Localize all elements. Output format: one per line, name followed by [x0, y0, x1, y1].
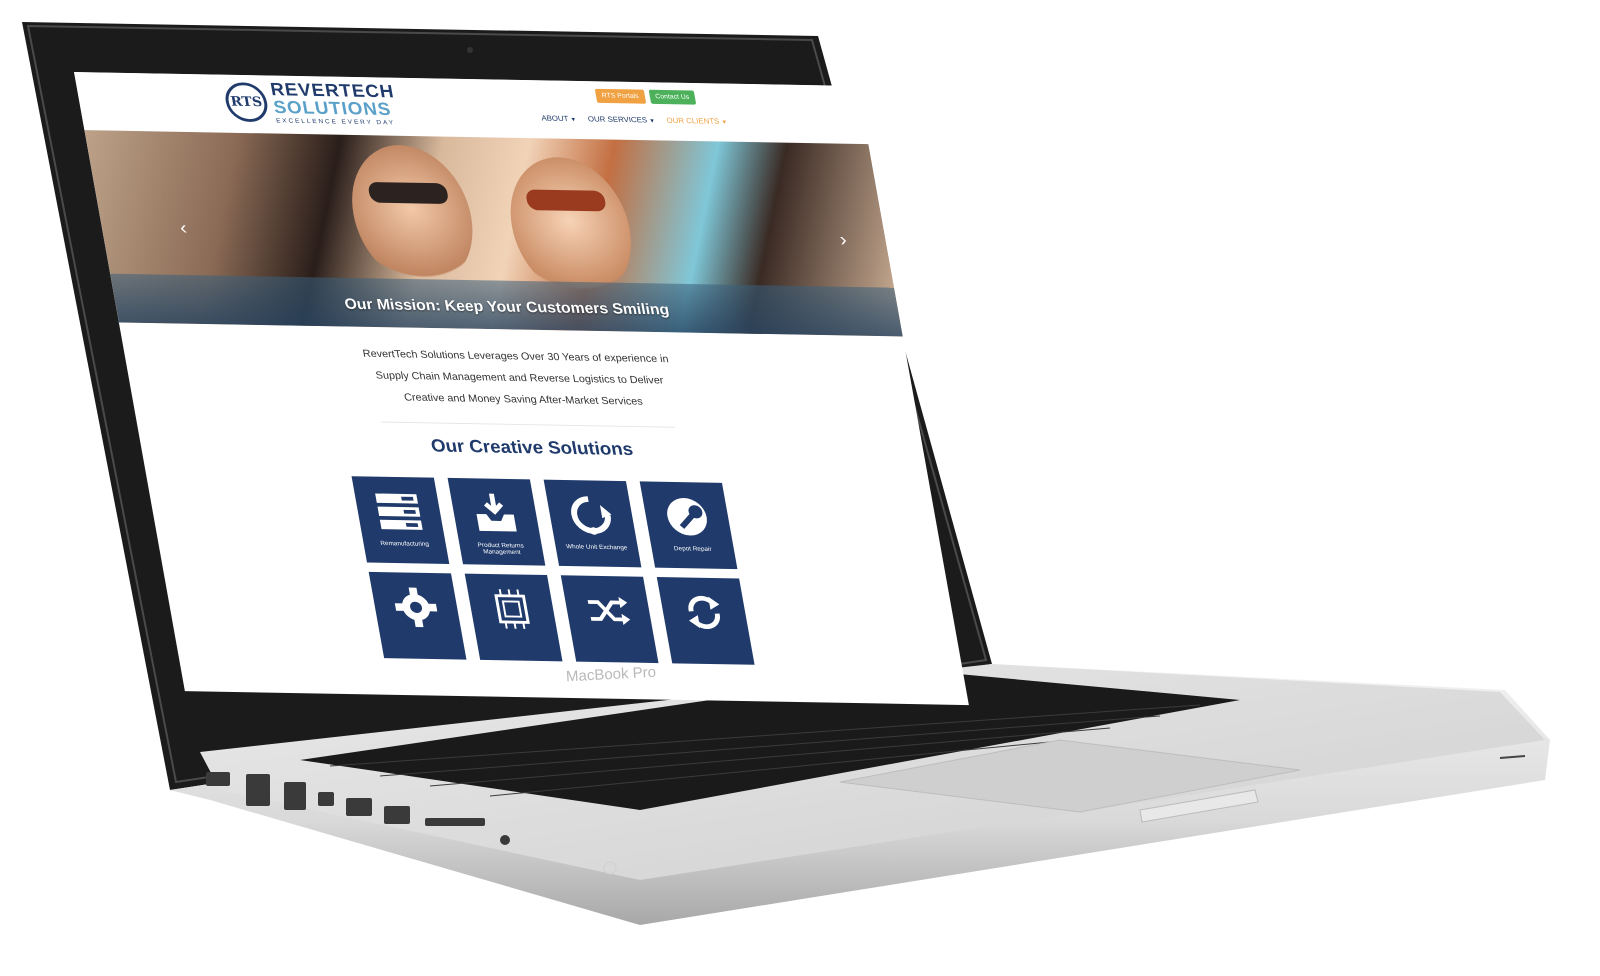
solution-tile-product-returns[interactable]: Product Returns Management — [447, 477, 546, 566]
nav-item-our-clients[interactable]: OUR CLIENTS▼ — [666, 116, 728, 126]
solution-tile-whole-unit-exchange[interactable]: Whole Unit Exchange — [543, 479, 642, 568]
hero-photo-person-2 — [499, 156, 643, 300]
sunglasses-2 — [524, 189, 607, 212]
top-buttons: RTS Portals Contact Us — [594, 88, 697, 105]
website-screen: RTS REVERTECH SOLUTIONS EXCELLENCE EVERY… — [74, 72, 969, 706]
chevron-down-icon: ▼ — [570, 117, 577, 124]
chevron-down-icon: ▼ — [721, 120, 728, 126]
carousel-prev-icon[interactable]: ‹ — [178, 218, 188, 240]
divider — [380, 421, 675, 428]
chip-icon — [477, 579, 546, 638]
logo-line2: SOLUTIONS — [272, 97, 394, 120]
contact-us-button[interactable]: Contact Us — [648, 89, 697, 105]
solution-tile-8[interactable] — [656, 577, 755, 665]
solution-tile-6[interactable] — [464, 573, 563, 662]
intro-text: RevertTech Solutions Leverages Over 30 Y… — [361, 348, 670, 408]
main-nav: ABOUT▼ OUR SERVICES▼ OUR CLIENTS▼ — [541, 114, 728, 126]
wrench-icon — [652, 487, 721, 546]
solution-tile-depot-repair[interactable]: Depot Repair — [639, 481, 738, 570]
chevron-down-icon: ▼ — [648, 118, 656, 125]
nav-item-about[interactable]: ABOUT▼ — [541, 114, 577, 123]
solution-label: Depot Repair — [673, 545, 713, 553]
solution-label: Remanufacturing — [379, 540, 430, 548]
gear-icon — [381, 578, 450, 637]
sunglasses-1 — [367, 181, 450, 204]
rts-portals-button[interactable]: RTS Portals — [594, 88, 646, 104]
solutions-grid: Remanufacturing Product Returns Manageme… — [351, 476, 757, 665]
nav-item-our-services[interactable]: OUR SERVICES▼ — [587, 115, 655, 125]
server-icon — [364, 482, 433, 541]
site-logo[interactable]: RTS REVERTECH SOLUTIONS EXCELLENCE EVERY… — [222, 80, 401, 127]
nav-item-label: OUR SERVICES — [587, 114, 648, 125]
solution-tile-remanufacturing[interactable]: Remanufacturing — [351, 476, 450, 564]
hero-photo-person-1 — [340, 144, 484, 287]
logo-mark: RTS — [222, 82, 271, 123]
solution-tile-7[interactable] — [560, 575, 659, 664]
nav-item-label: ABOUT — [540, 113, 570, 123]
shuffle-icon — [574, 581, 643, 640]
solution-tile-5[interactable] — [368, 571, 467, 660]
nav-item-label: OUR CLIENTS — [665, 116, 721, 126]
camera-icon — [467, 47, 473, 53]
solutions-title: Our Creative Solutions — [429, 436, 635, 460]
logo-tagline: EXCELLENCE EVERY DAY — [275, 117, 396, 127]
refresh-circle-icon — [556, 485, 625, 544]
carousel-next-icon[interactable]: › — [838, 230, 848, 252]
inbox-download-icon — [460, 484, 529, 543]
solution-label: Whole Unit Exchange — [565, 543, 629, 552]
hero-carousel: ‹ › Our Mission: Keep Your Customers Smi… — [84, 130, 903, 337]
sync-icon — [670, 583, 739, 642]
solution-label: Product Returns Management — [477, 542, 525, 556]
